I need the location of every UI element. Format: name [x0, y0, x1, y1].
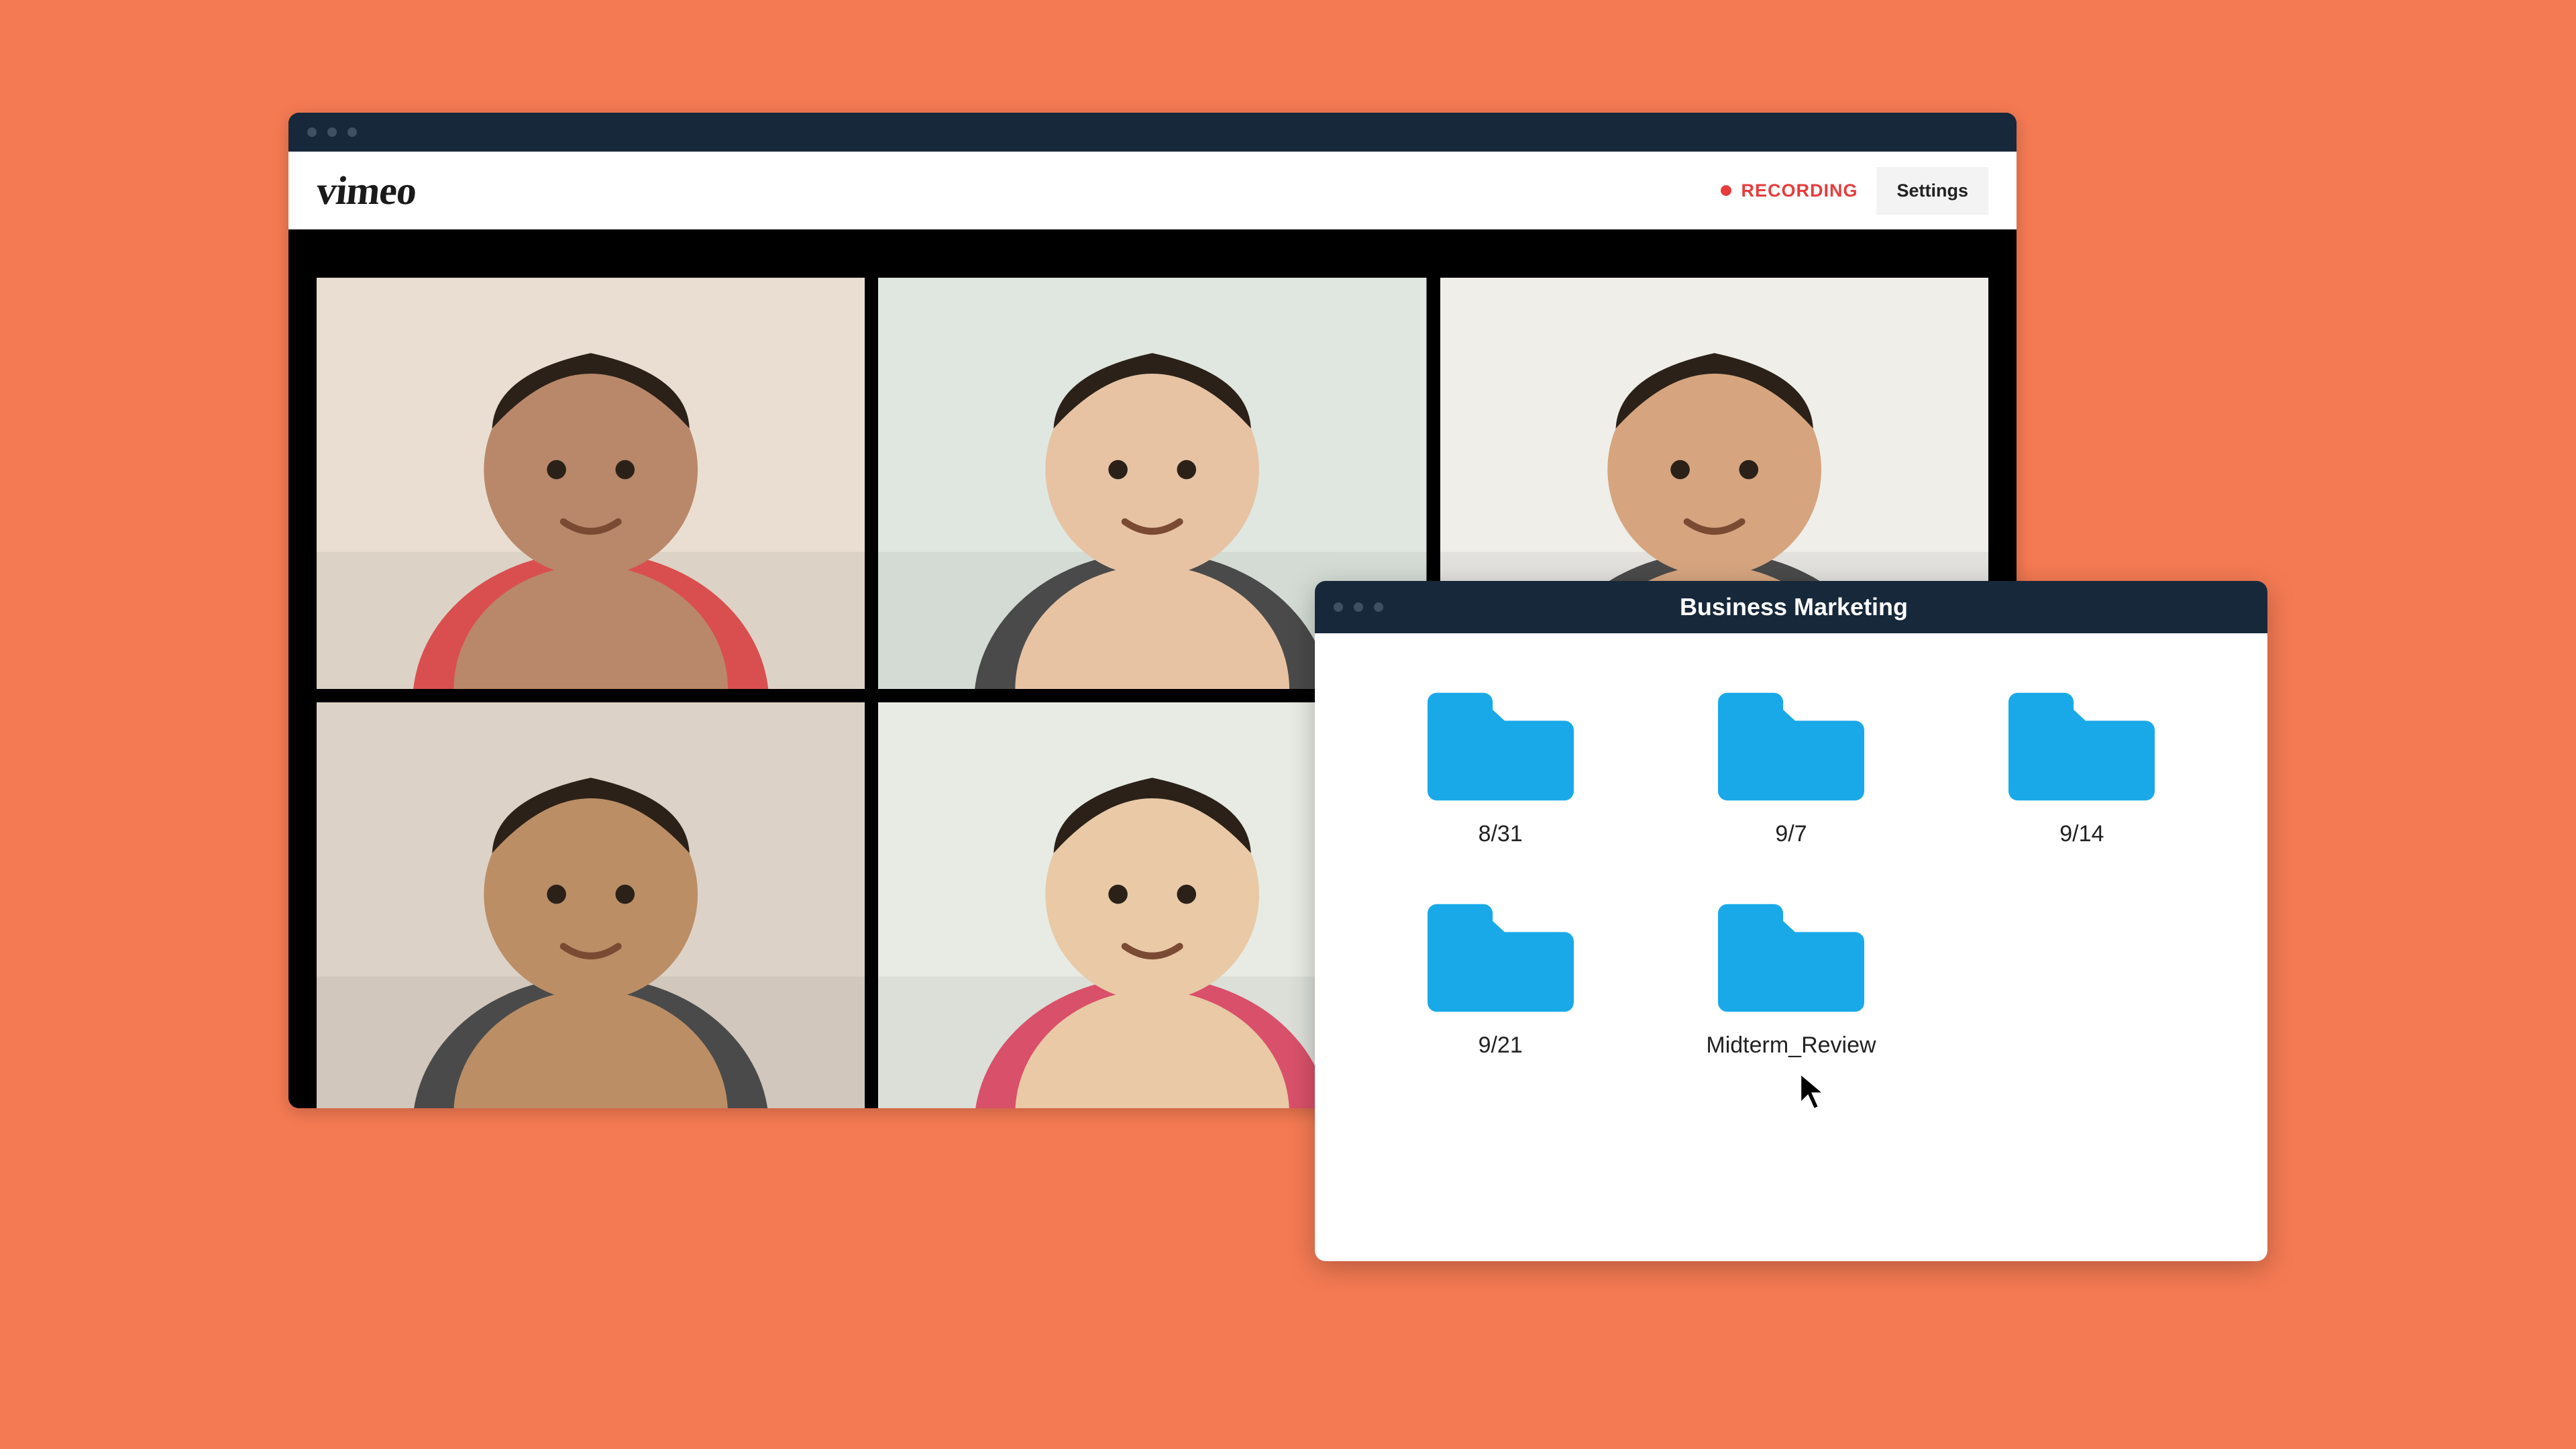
- participant-tile[interactable]: [317, 702, 865, 1108]
- recording-label: RECORDING: [1741, 180, 1858, 201]
- folder-window-title: Business Marketing: [1407, 593, 2267, 621]
- folder-item[interactable]: 9/7: [1659, 690, 1923, 847]
- window-zoom-dot[interactable]: [1374, 602, 1383, 612]
- participant-tile[interactable]: [317, 278, 865, 689]
- folder-item[interactable]: 9/21: [1368, 901, 1632, 1059]
- settings-button[interactable]: Settings: [1876, 167, 1988, 215]
- folder-label: 8/31: [1479, 821, 1523, 847]
- window-zoom-dot[interactable]: [347, 127, 357, 137]
- folder-window: Business Marketing 8/31 9/7 9/14 9/21: [1315, 581, 2267, 1261]
- folder-window-titlebar: Business Marketing: [1315, 581, 2267, 633]
- folder-icon: [2008, 690, 2155, 804]
- window-titlebar: [288, 113, 2017, 152]
- folder-item[interactable]: 8/31: [1368, 690, 1632, 847]
- folder-icon: [1428, 690, 1574, 804]
- recording-dot-icon: [1721, 185, 1731, 196]
- folder-item[interactable]: Midterm_Review: [1659, 901, 1923, 1059]
- folder-icon: [1718, 690, 1864, 804]
- brand-logo: vimeo: [314, 168, 419, 214]
- folder-item[interactable]: 9/14: [1950, 690, 2214, 847]
- app-header: vimeo RECORDING Settings: [288, 152, 2017, 229]
- folder-label: 9/21: [1479, 1032, 1523, 1059]
- participant-video: [317, 278, 865, 689]
- folder-label: 9/14: [2059, 821, 2104, 847]
- folder-icon: [1428, 901, 1574, 1015]
- window-close-dot[interactable]: [307, 127, 317, 137]
- folder-grid: 8/31 9/7 9/14 9/21 Midterm_Review: [1315, 633, 2267, 1115]
- window-close-dot[interactable]: [1334, 602, 1343, 612]
- folder-label: Midterm_Review: [1706, 1032, 1876, 1059]
- recording-indicator: RECORDING: [1721, 180, 1858, 201]
- participant-video: [317, 702, 865, 1108]
- window-minimize-dot[interactable]: [1354, 602, 1363, 612]
- window-minimize-dot[interactable]: [327, 127, 337, 137]
- folder-icon: [1718, 901, 1864, 1015]
- folder-label: 9/7: [1775, 821, 1807, 847]
